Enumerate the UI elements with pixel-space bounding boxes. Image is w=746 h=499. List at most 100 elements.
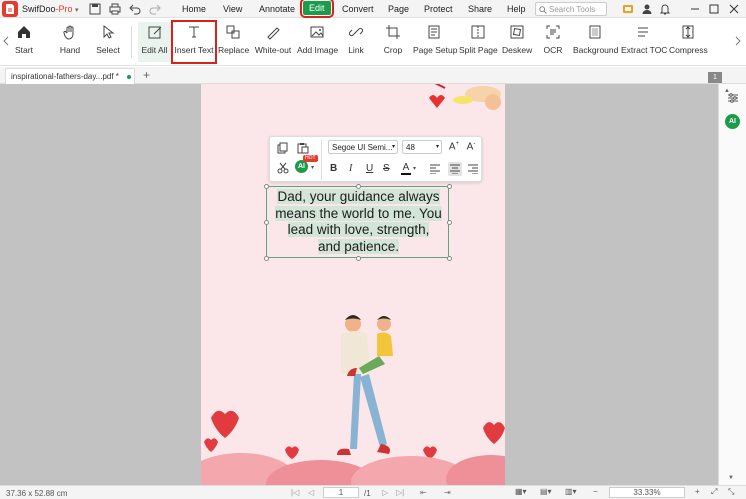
deskew-icon	[509, 24, 525, 40]
view-mode-icon[interactable]: ▦▾	[515, 487, 527, 496]
minimize-icon[interactable]	[688, 2, 702, 16]
close-icon[interactable]	[727, 2, 741, 16]
increase-font-icon[interactable]: A+	[448, 141, 460, 152]
select-tool[interactable]: Select	[94, 22, 122, 62]
user-icon[interactable]	[640, 2, 654, 16]
compress-tool[interactable]: Compress	[669, 22, 708, 62]
properties-sliders-icon[interactable]	[727, 92, 739, 104]
editable-quote-text[interactable]: Dad, your guidance always means the worl…	[267, 189, 450, 255]
menu-annotate[interactable]: Annotate	[259, 4, 295, 14]
resize-handle-w[interactable]	[264, 220, 269, 225]
menu-edit[interactable]: Edit	[300, 0, 334, 18]
compress-icon	[680, 24, 696, 40]
extract-toc-tool[interactable]: Extract TOC	[621, 22, 667, 62]
layout-icon[interactable]: ▤▾	[540, 487, 552, 496]
last-page-icon[interactable]: ▷|	[396, 488, 404, 497]
first-page-icon[interactable]: |◁	[291, 488, 299, 497]
decrease-font-icon[interactable]: A-	[465, 141, 477, 152]
resize-handle-se[interactable]	[447, 256, 452, 261]
fit-page-icon[interactable]: ⇥	[444, 488, 451, 497]
add-tab-button[interactable]: +	[143, 68, 150, 82]
fullscreen-icon[interactable]: ⤢	[711, 487, 717, 497]
zoom-in-icon[interactable]: +	[695, 487, 700, 496]
maximize-icon[interactable]	[707, 2, 721, 16]
ocr-icon	[545, 24, 561, 40]
align-center-icon[interactable]	[448, 162, 462, 176]
next-page-icon[interactable]: ▷	[382, 488, 388, 497]
text-format-toolbar: AI HOT ▾ Segoe UI Semi... ▾ 48 ▾ A+ A- B I…	[269, 136, 482, 182]
image-icon	[309, 24, 325, 40]
text-color-chevron-icon[interactable]: ▾	[413, 165, 416, 172]
page-number-input[interactable]: 1	[323, 487, 359, 498]
page-total: /1	[364, 489, 371, 498]
bell-icon[interactable]	[658, 2, 672, 16]
insert-text-tool[interactable]: Insert Text	[171, 20, 217, 64]
redo-icon[interactable]	[148, 2, 162, 16]
ai-assistant-button[interactable]: AI	[725, 114, 740, 129]
menu-protect[interactable]: Protect	[424, 4, 453, 14]
bottom-hills	[201, 453, 505, 485]
copy-icon[interactable]	[277, 142, 289, 154]
deskew-tool[interactable]: Deskew	[502, 22, 532, 62]
edit-all-tool[interactable]: Edit All	[138, 22, 171, 62]
edit-all-icon	[147, 24, 163, 40]
background-icon	[587, 24, 603, 40]
search-tools-input[interactable]: Search Tools	[535, 2, 607, 16]
menu-help[interactable]: Help	[507, 4, 526, 14]
zoom-level-input[interactable]: 33.33%	[609, 487, 685, 498]
ai-dropdown-chevron-icon[interactable]: ▾	[311, 164, 314, 171]
resize-handle-e[interactable]	[447, 220, 452, 225]
hand-tool[interactable]: Hand	[56, 22, 84, 62]
resize-handle-n[interactable]	[356, 184, 361, 189]
ribbon-scroll-right-icon[interactable]	[734, 34, 742, 48]
size-chevron-icon: ▾	[435, 144, 439, 150]
menu-share[interactable]: Share	[468, 4, 492, 14]
paste-icon[interactable]	[297, 142, 309, 154]
replace-tool[interactable]: Replace	[218, 22, 249, 62]
resize-handle-s[interactable]	[356, 256, 361, 261]
print-icon[interactable]	[108, 2, 122, 16]
font-family-select[interactable]: Segoe UI Semi... ▾	[328, 140, 398, 154]
white-out-tool[interactable]: White-out	[253, 22, 293, 62]
menu-convert[interactable]: Convert	[342, 4, 374, 14]
fit-screen-icon[interactable]: ⤡	[728, 487, 734, 497]
selected-text-box[interactable]: Dad, your guidance always means the worl…	[264, 184, 452, 261]
ocr-tool[interactable]: OCR	[541, 22, 565, 62]
save-icon[interactable]	[88, 2, 102, 16]
prev-page-icon[interactable]: ◁	[308, 488, 314, 497]
align-right-icon[interactable]	[468, 164, 478, 174]
add-image-tool[interactable]: Add Image	[297, 22, 338, 62]
app-name[interactable]: SwifDoo-Pro ▾	[22, 4, 79, 14]
zoom-out-icon[interactable]: −	[593, 487, 598, 496]
resize-handle-nw[interactable]	[264, 184, 269, 189]
resize-handle-ne[interactable]	[447, 184, 452, 189]
link-tool[interactable]: Link	[344, 22, 368, 62]
fit-width-icon[interactable]: ⇤	[420, 488, 427, 497]
page-setup-tool[interactable]: Page Setup	[413, 22, 457, 62]
page-display-icon[interactable]: ▥▾	[565, 487, 577, 496]
menu-view[interactable]: View	[223, 4, 242, 14]
cart-icon[interactable]	[621, 2, 635, 16]
font-chevron-icon: ▾	[391, 144, 395, 150]
background-tool[interactable]: Background	[573, 22, 618, 62]
crop-tool[interactable]: Crop	[381, 22, 405, 62]
cut-icon[interactable]	[277, 162, 289, 174]
split-page-tool[interactable]: Split Page	[459, 22, 498, 62]
text-color-icon[interactable]: A	[401, 162, 411, 175]
strikethrough-icon[interactable]: S	[383, 163, 390, 174]
scroll-down-icon[interactable]: ▼	[728, 475, 734, 481]
undo-icon[interactable]	[128, 2, 142, 16]
document-tab[interactable]: inspirational-fathers-day...pdf *	[5, 68, 135, 84]
font-size-select[interactable]: 48 ▾	[402, 140, 442, 154]
hot-badge: HOT	[303, 155, 318, 162]
menu-page[interactable]: Page	[388, 4, 409, 14]
align-left-icon[interactable]	[430, 164, 440, 174]
resize-handle-sw[interactable]	[264, 256, 269, 261]
italic-icon[interactable]: I	[349, 163, 352, 174]
underline-icon[interactable]: U	[366, 163, 373, 174]
menu-home[interactable]: Home	[182, 4, 206, 14]
start-tool[interactable]: Start	[11, 22, 37, 62]
bold-icon[interactable]: B	[330, 163, 337, 174]
ribbon-scroll-left-icon[interactable]	[2, 34, 10, 48]
document-tab-bar: inspirational-fathers-day...pdf * +	[0, 67, 746, 84]
